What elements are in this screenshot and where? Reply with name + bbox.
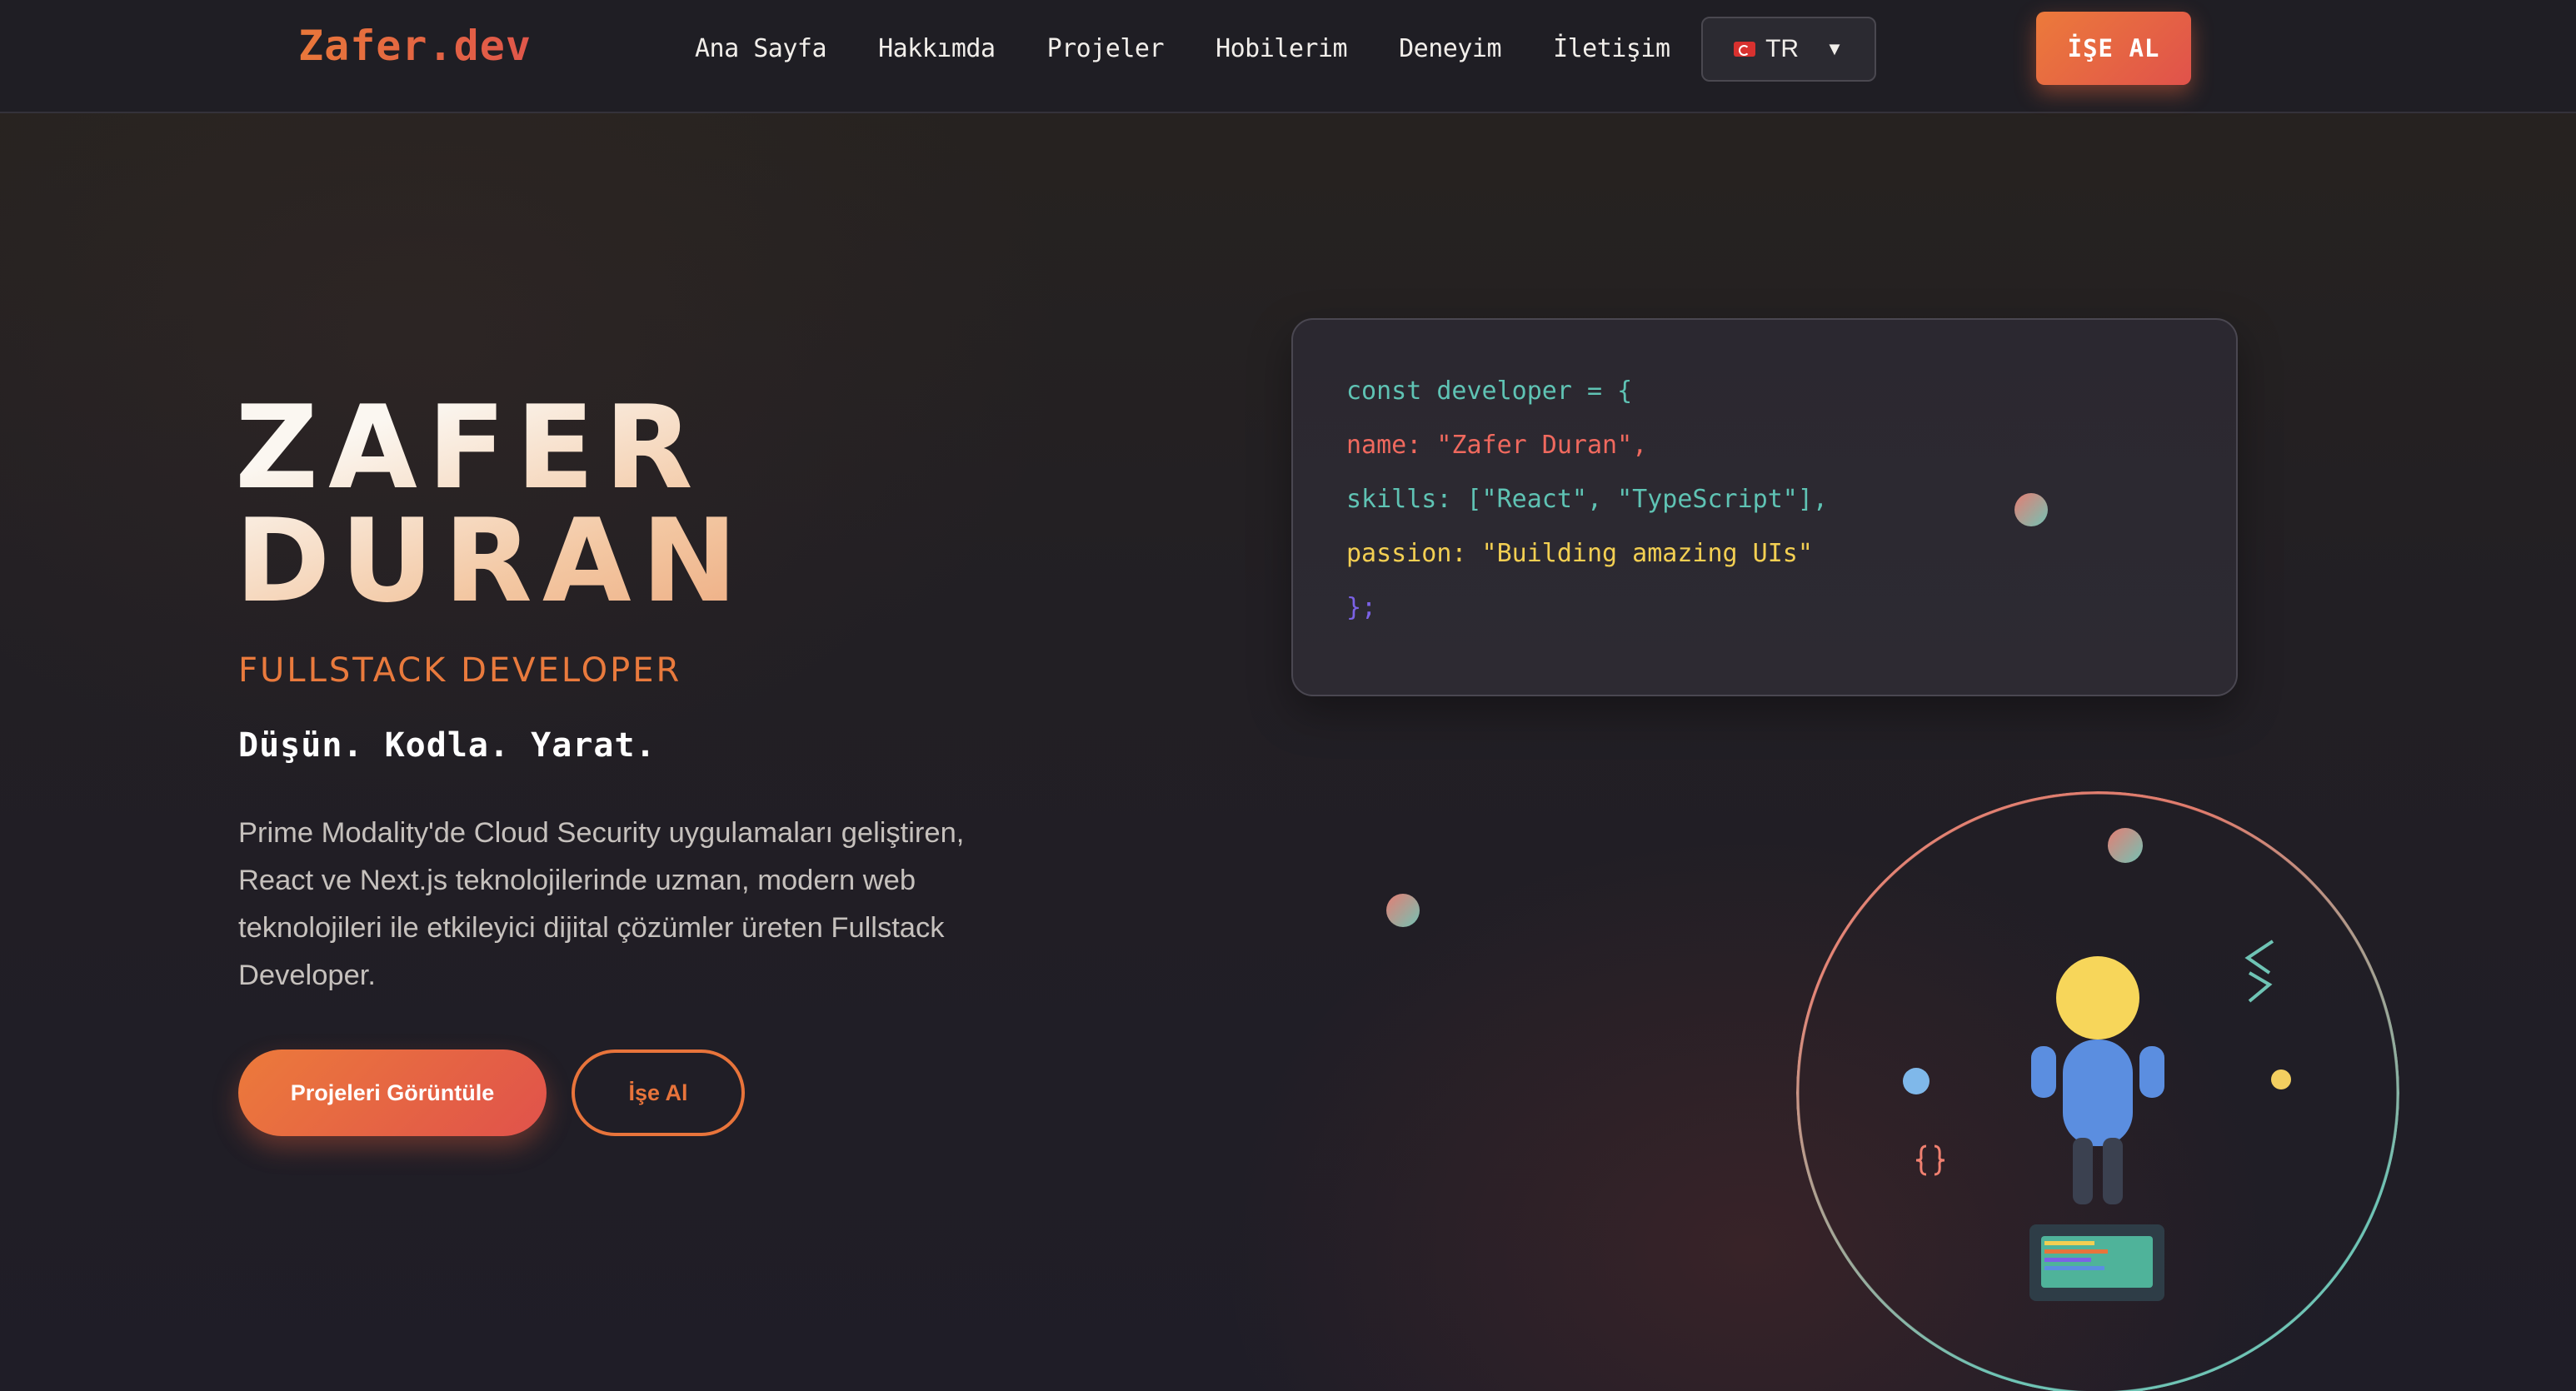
laptop-icon: [2029, 1224, 2164, 1301]
curly-braces-icon: [1915, 1144, 1945, 1176]
nav-link-about[interactable]: Hakkımda: [878, 34, 996, 63]
orbit-dot: [1903, 1068, 1930, 1094]
site-logo[interactable]: Zafer.dev: [298, 22, 532, 70]
main-menu: Ana Sayfa Hakkımda Projeler Hobilerim De…: [695, 0, 1722, 97]
language-label: TR: [1765, 35, 1800, 62]
chevron-down-icon: ▼: [1825, 38, 1844, 59]
nav-link-hobbies[interactable]: Hobilerim: [1216, 34, 1348, 63]
hero-first-name: ZAFER: [235, 381, 703, 515]
hire-me-button[interactable]: İşe Al: [572, 1049, 745, 1136]
nav-link-contact[interactable]: İletişim: [1553, 34, 1670, 63]
hero-name: ZAFER DURAN: [235, 391, 747, 618]
floating-dot: [1386, 894, 1420, 927]
code-line: name: "Zafer Duran",: [1346, 431, 1648, 460]
code-line: const developer = {: [1346, 376, 1633, 406]
top-navbar: Zafer.dev Ana Sayfa Hakkımda Projeler Ho…: [0, 0, 2576, 113]
view-projects-button[interactable]: Projeleri Görüntüle: [238, 1049, 547, 1136]
code-line: passion: "Building amazing UIs": [1346, 539, 1813, 568]
hero-tagline: Düşün. Kodla. Yarat.: [238, 726, 656, 765]
language-selector[interactable]: TR ▼: [1701, 17, 1876, 82]
hero-role: FULLSTACK DEVELOPER: [238, 651, 682, 690]
code-line: skills: ["React", "TypeScript"],: [1346, 485, 1828, 514]
orbit-dot: [2271, 1069, 2291, 1089]
developer-figure-icon: [2031, 956, 2164, 1204]
nav-link-home[interactable]: Ana Sayfa: [695, 34, 827, 63]
hire-me-nav-button[interactable]: İŞE AL: [2036, 12, 2191, 85]
hero-description: Prime Modality'de Cloud Security uygulam…: [238, 817, 965, 991]
code-line: };: [1346, 593, 1377, 622]
nav-link-projects[interactable]: Projeler: [1047, 34, 1165, 63]
hero-last-name: DURAN: [235, 494, 748, 628]
orbit-dot: [2108, 828, 2143, 863]
code-brackets-icon: [2244, 940, 2274, 1003]
code-card: const developer = { name: "Zafer Duran",…: [1291, 318, 2238, 696]
turkey-flag-icon: [1734, 42, 1756, 57]
nav-link-experience[interactable]: Deneyim: [1399, 34, 1501, 63]
floating-dot: [2014, 493, 2048, 526]
